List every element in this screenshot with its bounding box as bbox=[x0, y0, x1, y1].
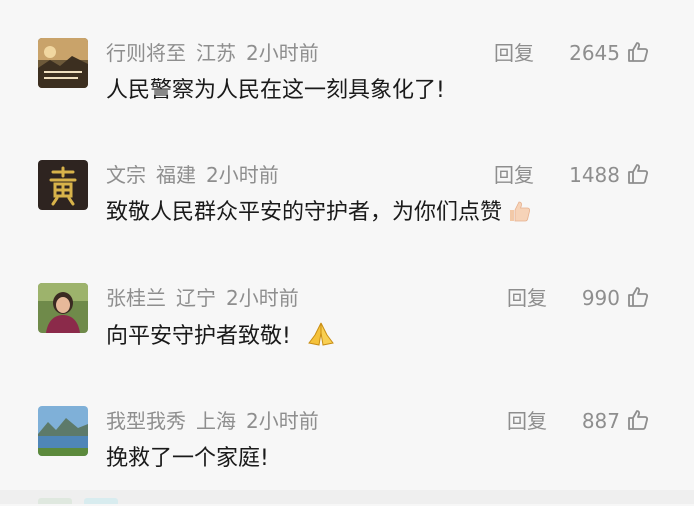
comment-text: 向平安守护者致敬! bbox=[106, 321, 337, 352]
comment-text: 致敬人民群众平安的守护者，为你们点赞 bbox=[106, 198, 532, 228]
username[interactable]: 文宗 bbox=[106, 163, 146, 187]
calligraphy-avatar-icon bbox=[38, 160, 88, 210]
like-count: 1488 bbox=[569, 163, 620, 187]
thumbs-up-icon[interactable] bbox=[626, 40, 650, 64]
folded-hands-emoji-icon bbox=[307, 322, 334, 346]
reply-button[interactable]: 回复 bbox=[494, 161, 534, 189]
thumbs-up-icon[interactable] bbox=[626, 408, 650, 432]
username[interactable]: 我型我秀 bbox=[106, 409, 186, 433]
timestamp: 2小时前 bbox=[246, 409, 319, 433]
avatar[interactable] bbox=[38, 283, 88, 333]
landscape-photo-avatar-icon bbox=[38, 38, 88, 88]
username[interactable]: 行则将至 bbox=[106, 41, 186, 65]
comment-meta: 行则将至 江苏 2小时前 bbox=[106, 39, 329, 67]
avatar[interactable] bbox=[38, 38, 88, 88]
comment-text: 人民警察为人民在这一刻具象化了! bbox=[106, 78, 445, 103]
avatar[interactable] bbox=[38, 160, 88, 210]
like-count: 887 bbox=[581, 409, 620, 433]
comment-item: 行则将至 江苏 2小时前 回复 2645 人民警察为人民在这一刻具象化了! bbox=[0, 38, 694, 138]
region: 辽宁 bbox=[176, 286, 216, 310]
username[interactable]: 张桂兰 bbox=[106, 286, 166, 310]
comment-text-content: 致敬人民群众平安的守护者，为你们点赞 bbox=[106, 200, 503, 225]
avatar[interactable] bbox=[38, 406, 88, 456]
comment-item: 文宗 福建 2小时前 回复 1488 致敬人民群众平安的守护者，为你们点赞 bbox=[0, 160, 694, 260]
like-count: 2645 bbox=[569, 41, 620, 65]
portrait-avatar-icon bbox=[38, 283, 88, 333]
next-avatar-edge bbox=[84, 498, 118, 504]
comment-meta: 我型我秀 上海 2小时前 bbox=[106, 407, 329, 435]
timestamp: 2小时前 bbox=[206, 163, 279, 187]
region: 上海 bbox=[196, 409, 236, 433]
next-avatar-edge bbox=[38, 498, 72, 504]
comment-item: 张桂兰 辽宁 2小时前 回复 990 向平安守护者致敬! bbox=[0, 283, 694, 383]
thumbs-up-emoji-icon bbox=[510, 201, 531, 222]
timestamp: 2小时前 bbox=[246, 41, 319, 65]
reply-button[interactable]: 回复 bbox=[507, 284, 547, 312]
region: 江苏 bbox=[196, 41, 236, 65]
comment-meta: 张桂兰 辽宁 2小时前 bbox=[106, 284, 309, 312]
lake-landscape-avatar-icon bbox=[38, 406, 88, 456]
thumbs-up-icon[interactable] bbox=[626, 162, 650, 186]
timestamp: 2小时前 bbox=[226, 286, 299, 310]
thumbs-up-icon[interactable] bbox=[626, 285, 650, 309]
like-count: 990 bbox=[581, 286, 620, 310]
comment-meta: 文宗 福建 2小时前 bbox=[106, 161, 289, 189]
region: 福建 bbox=[156, 163, 196, 187]
reply-button[interactable]: 回复 bbox=[507, 407, 547, 435]
reply-button[interactable]: 回复 bbox=[494, 39, 534, 67]
comment-text-content: 向平安守护者致敬! bbox=[106, 324, 291, 349]
comment-text: 挽救了一个家庭! bbox=[106, 446, 269, 471]
